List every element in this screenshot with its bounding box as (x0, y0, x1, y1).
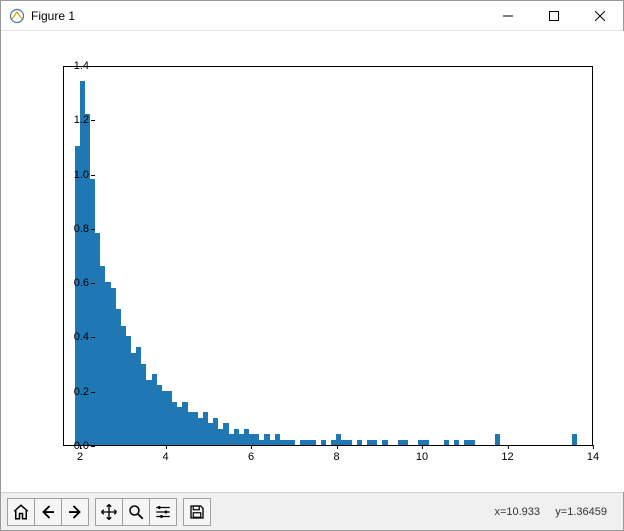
minimize-icon (503, 11, 513, 21)
x-tick-label: 12 (501, 451, 513, 463)
histogram-bars (64, 67, 592, 445)
x-tick-label: 4 (163, 451, 169, 463)
y-tick-label: 0.4 (49, 331, 89, 343)
y-tick-label: 1.2 (49, 114, 89, 126)
pan-button[interactable] (95, 498, 123, 526)
x-tick-label: 2 (77, 451, 83, 463)
titlebar: Figure 1 (1, 1, 623, 31)
bar (423, 440, 428, 445)
bar (495, 434, 500, 445)
plot-canvas[interactable]: 0.00.20.40.60.81.01.21.4 2468101214 (1, 31, 624, 492)
bar (470, 440, 475, 445)
x-tick-label: 10 (416, 451, 428, 463)
minimize-button[interactable] (485, 1, 531, 30)
y-tick-label: 1.0 (49, 169, 89, 181)
y-tick-label: 0.6 (49, 277, 89, 289)
y-tick-label: 0.2 (49, 386, 89, 398)
arrow-right-icon (66, 503, 84, 521)
axes (63, 66, 593, 446)
bar (372, 440, 377, 445)
window-controls (485, 1, 623, 30)
coord-readout: x=10.933 y=1.36459 (494, 506, 617, 518)
app-icon (9, 8, 25, 24)
bar (311, 440, 316, 445)
home-icon (12, 503, 30, 521)
window-title: Figure 1 (31, 9, 485, 23)
magnify-icon (127, 503, 145, 521)
y-tick-label: 1.4 (49, 60, 89, 72)
bar (454, 440, 459, 445)
arrow-left-icon (39, 503, 57, 521)
home-button[interactable] (7, 498, 35, 526)
move-icon (100, 503, 118, 521)
bar (357, 440, 362, 445)
bar (321, 440, 326, 445)
close-button[interactable] (577, 1, 623, 30)
sliders-icon (154, 503, 172, 521)
close-icon (595, 11, 605, 21)
bar (290, 440, 295, 445)
bar (347, 440, 352, 445)
subplots-button[interactable] (149, 498, 177, 526)
x-tick-label: 6 (248, 451, 254, 463)
zoom-button[interactable] (122, 498, 150, 526)
save-button[interactable] (183, 498, 211, 526)
bar (382, 440, 387, 445)
bar (572, 434, 577, 445)
y-tick-label: 0.8 (49, 223, 89, 235)
maximize-icon (549, 11, 559, 21)
x-tick-label: 8 (333, 451, 339, 463)
back-button[interactable] (34, 498, 62, 526)
bar (444, 440, 449, 445)
x-tick-label: 14 (587, 451, 599, 463)
forward-button[interactable] (61, 498, 89, 526)
save-icon (188, 503, 206, 521)
maximize-button[interactable] (531, 1, 577, 30)
toolbar: x=10.933 y=1.36459 (1, 492, 623, 530)
bar (403, 440, 408, 445)
